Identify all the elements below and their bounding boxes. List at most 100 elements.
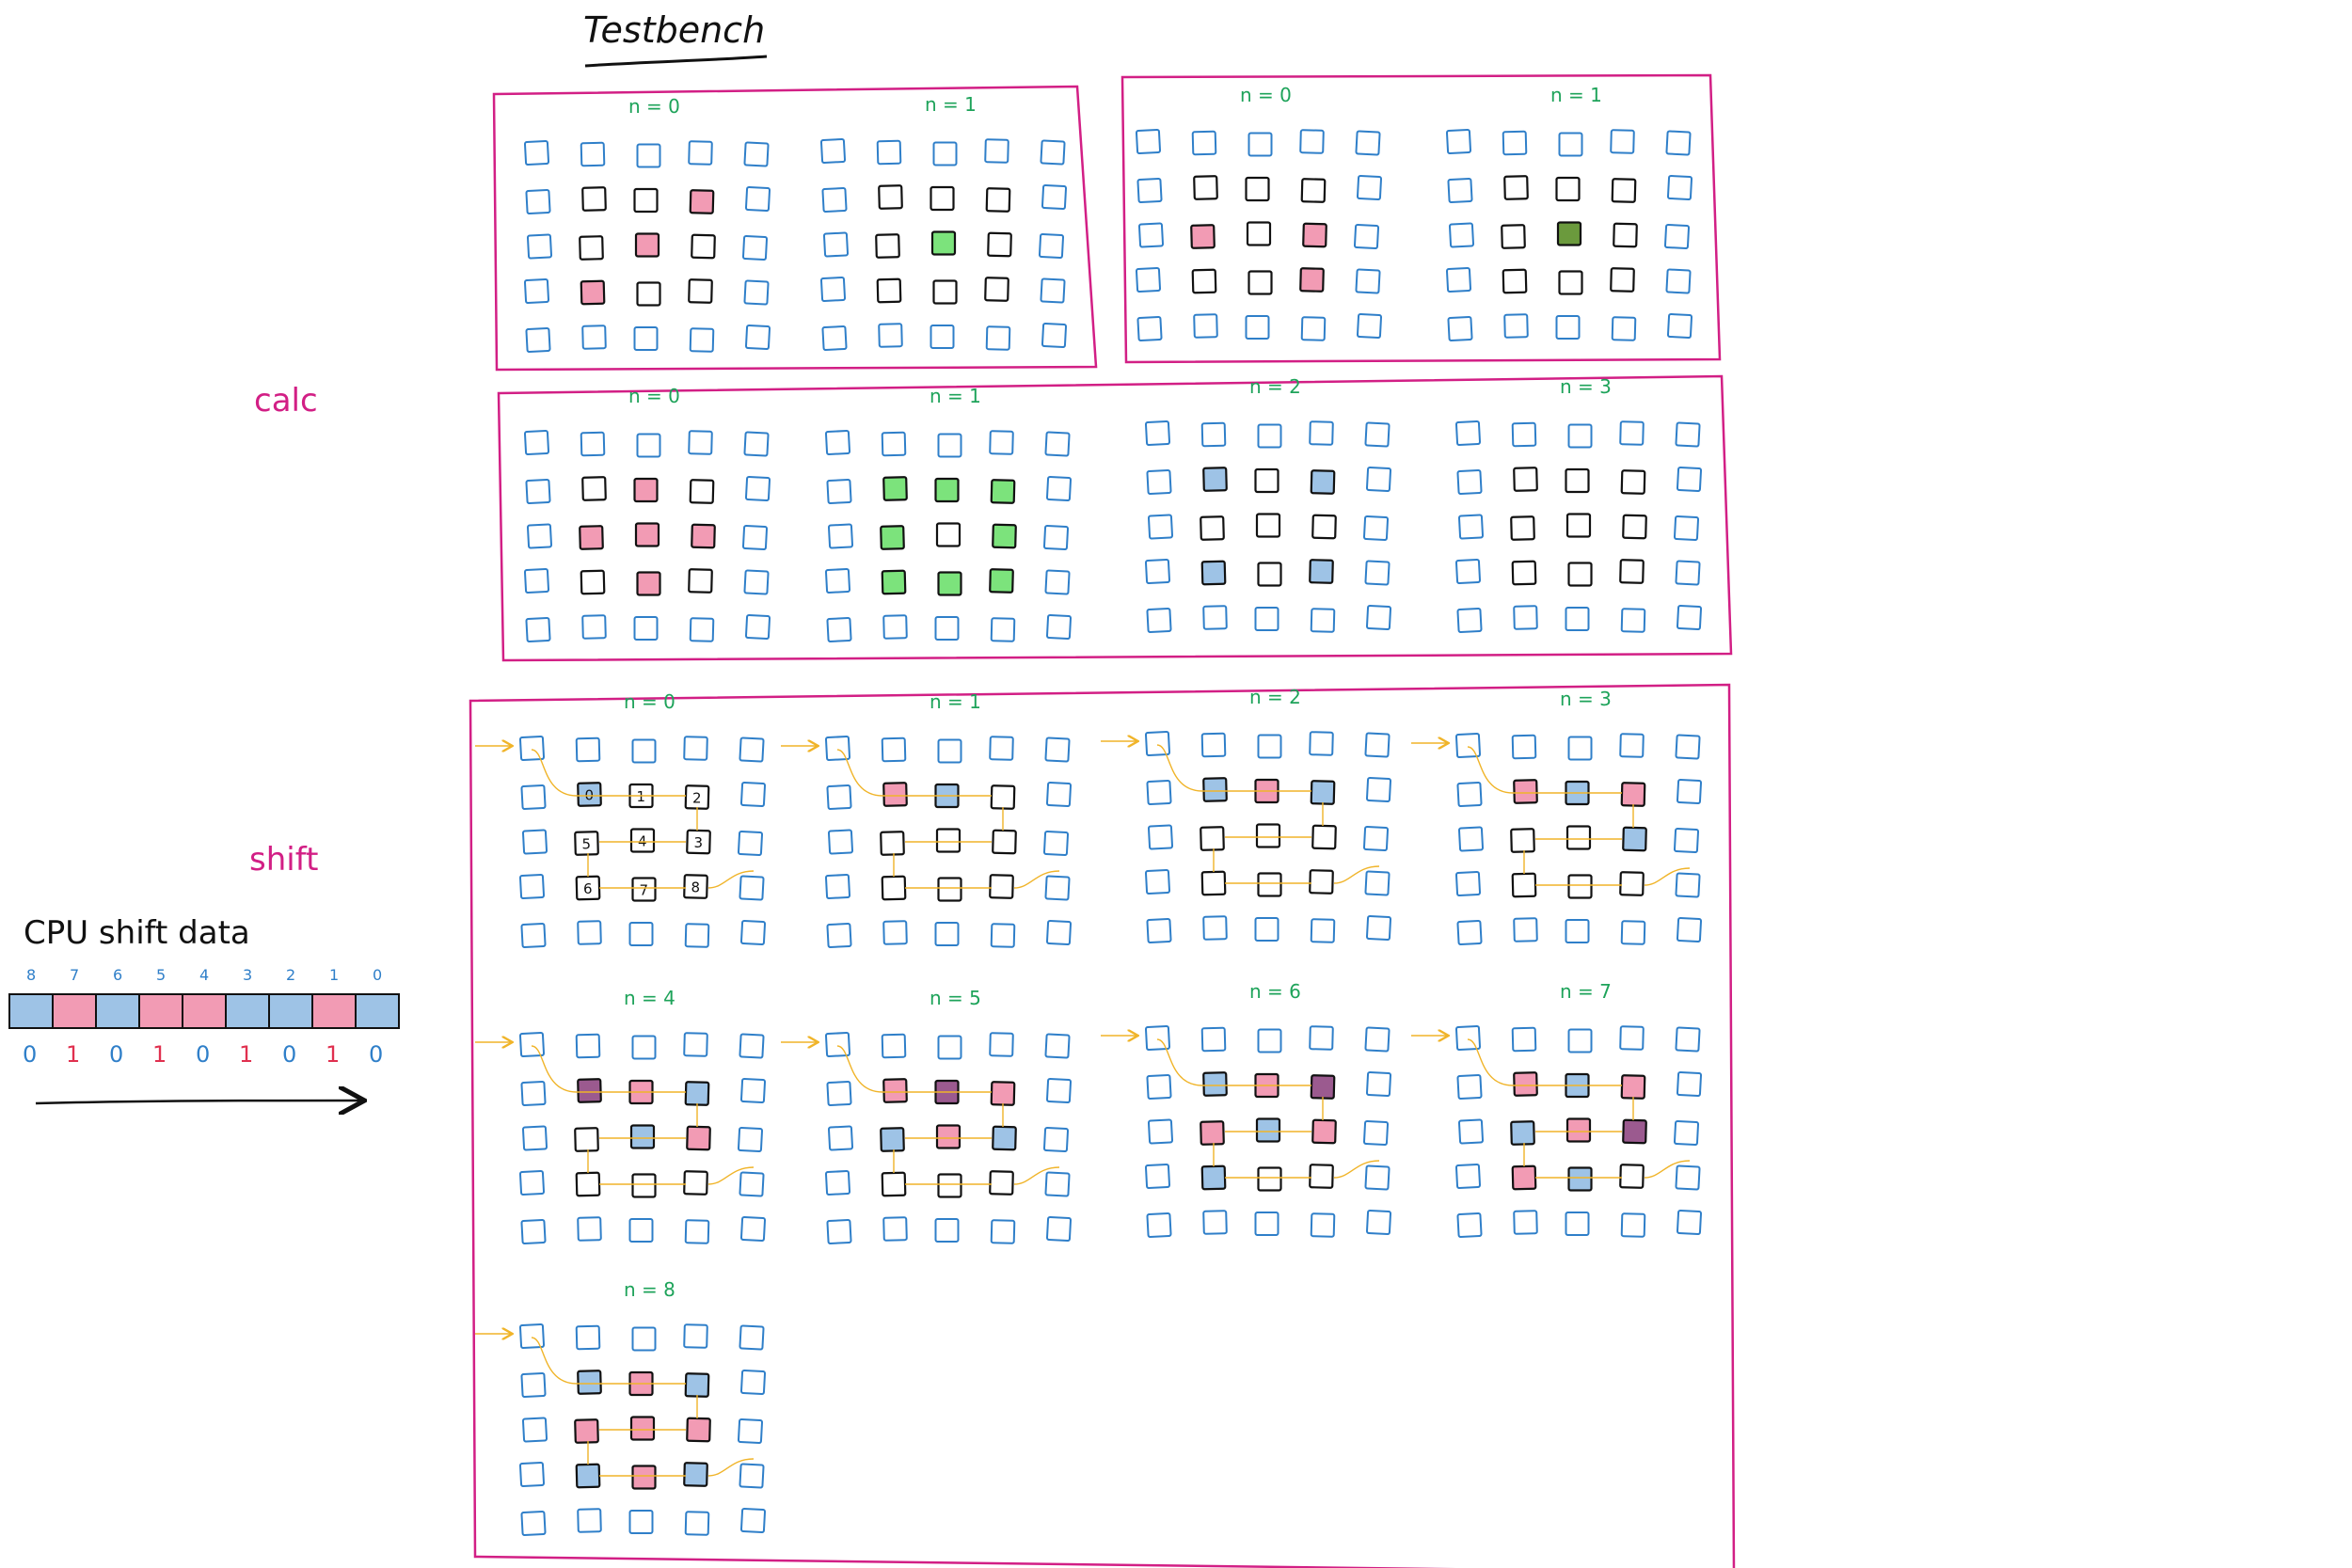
edge-cell [1146, 607, 1172, 634]
edge-cell [1457, 826, 1485, 852]
core-cell [1300, 178, 1327, 203]
core-cell [1311, 1118, 1337, 1145]
edge-cell [577, 1508, 602, 1533]
edge-cell [1676, 466, 1703, 493]
core-cell [581, 476, 607, 501]
edge-cell [1147, 1118, 1174, 1145]
edge-cell [1044, 875, 1071, 901]
edge-cell [739, 1369, 767, 1396]
cell-number: 1 [637, 788, 646, 805]
edge-cell [1254, 607, 1279, 631]
grid-testbench-b-0: n = 0 [1135, 84, 1383, 342]
core-cell [684, 1081, 710, 1106]
cpu-bit-cell [8, 993, 54, 1029]
edge-cell [1619, 733, 1645, 758]
core-cell [1565, 825, 1592, 850]
edge-cell [1042, 524, 1070, 551]
edge-cell [1045, 613, 1073, 641]
cpu-shift-direction-arrow [35, 1101, 362, 1103]
core-cell [1302, 222, 1327, 248]
core-cell [1257, 562, 1282, 587]
edge-cell [1044, 1033, 1071, 1059]
edge-cell [744, 613, 771, 641]
edge-cell [1044, 431, 1071, 457]
edge-cell [631, 1326, 657, 1352]
edge-cell [1456, 607, 1483, 634]
edge-cell [881, 431, 907, 457]
edge-cell [1147, 824, 1174, 850]
edge-cell [1364, 560, 1391, 586]
core-cell [1510, 1120, 1535, 1146]
edge-cell [1044, 736, 1071, 763]
edge-cell [520, 1080, 547, 1107]
edge-cell [518, 1323, 546, 1350]
edge-cell [824, 567, 851, 594]
edge-cell [1364, 732, 1391, 758]
core-cell [881, 1171, 907, 1197]
core-cell [992, 523, 1017, 549]
core-cell [1311, 514, 1337, 540]
edge-cell [1310, 608, 1336, 633]
edge-cell [739, 1324, 765, 1351]
core-cell [1610, 267, 1635, 293]
edge-cell [826, 616, 852, 643]
grid-testbench-a-0: n = 0 [523, 95, 771, 354]
edge-cell [1040, 139, 1066, 166]
edge-cell [819, 276, 847, 303]
edge-cell [1447, 177, 1473, 204]
edge-cell [1147, 514, 1174, 540]
edge-cell [1555, 315, 1581, 340]
core-cell [1511, 560, 1537, 586]
core-cell [580, 279, 606, 306]
edge-cell [575, 1324, 601, 1351]
cell-number: 6 [583, 880, 593, 897]
edge-cell [1364, 1164, 1391, 1191]
edge-cell [1456, 1212, 1483, 1239]
grid-calc-0: n = 0 [523, 385, 771, 643]
core-cell [633, 477, 659, 503]
edge-cell [1193, 313, 1218, 339]
edge-cell [1676, 604, 1703, 631]
edge-cell [1567, 736, 1593, 761]
core-cell [1558, 270, 1583, 295]
edge-cell [1042, 830, 1070, 857]
shift-snake-path [1156, 744, 1380, 884]
edge-cell [1136, 177, 1163, 204]
edge-cell [744, 475, 771, 502]
cpu-bit-index: 1 [329, 966, 339, 984]
core-cell [1619, 559, 1645, 584]
core-cell [575, 1171, 601, 1197]
edge-cell [826, 1218, 852, 1245]
core-cell [1555, 176, 1581, 202]
edge-cell [525, 188, 551, 215]
edge-cell [743, 141, 770, 167]
edge-cell [1673, 515, 1700, 542]
edge-cell [580, 141, 606, 167]
edge-cell [523, 139, 550, 166]
core-cell [634, 522, 660, 547]
edge-cell [1513, 605, 1538, 630]
edge-cell [1257, 1028, 1282, 1053]
edge-cell [826, 922, 852, 949]
core-cell [1619, 871, 1645, 896]
grids-layer: n = 0 n = 1 n = 0 n = 1 n = 0 n = 1 n = 2 n = 3… [475, 84, 1703, 1537]
core-cell [1620, 1074, 1646, 1100]
edge-cell [1257, 734, 1282, 759]
edge-cell [932, 141, 958, 166]
edge-cell [1611, 316, 1637, 341]
grid-shift-1: n = 1 [781, 690, 1073, 949]
core-cell [990, 479, 1016, 504]
edge-cell [1045, 781, 1073, 808]
core-cell [1257, 872, 1282, 897]
cpu-bit-value: 1 [152, 1041, 167, 1068]
edge-cell [1620, 920, 1646, 945]
core-cell [1620, 469, 1646, 495]
edge-cell [878, 323, 903, 348]
cpu-bit-index: 3 [243, 966, 252, 984]
edge-cell [1202, 605, 1228, 630]
edge-cell [1310, 1212, 1336, 1238]
cpu-bit-cell [355, 993, 400, 1029]
edge-cell [1676, 1070, 1703, 1098]
cpu-bit-value: 1 [239, 1041, 253, 1068]
edge-cell [1675, 872, 1701, 898]
